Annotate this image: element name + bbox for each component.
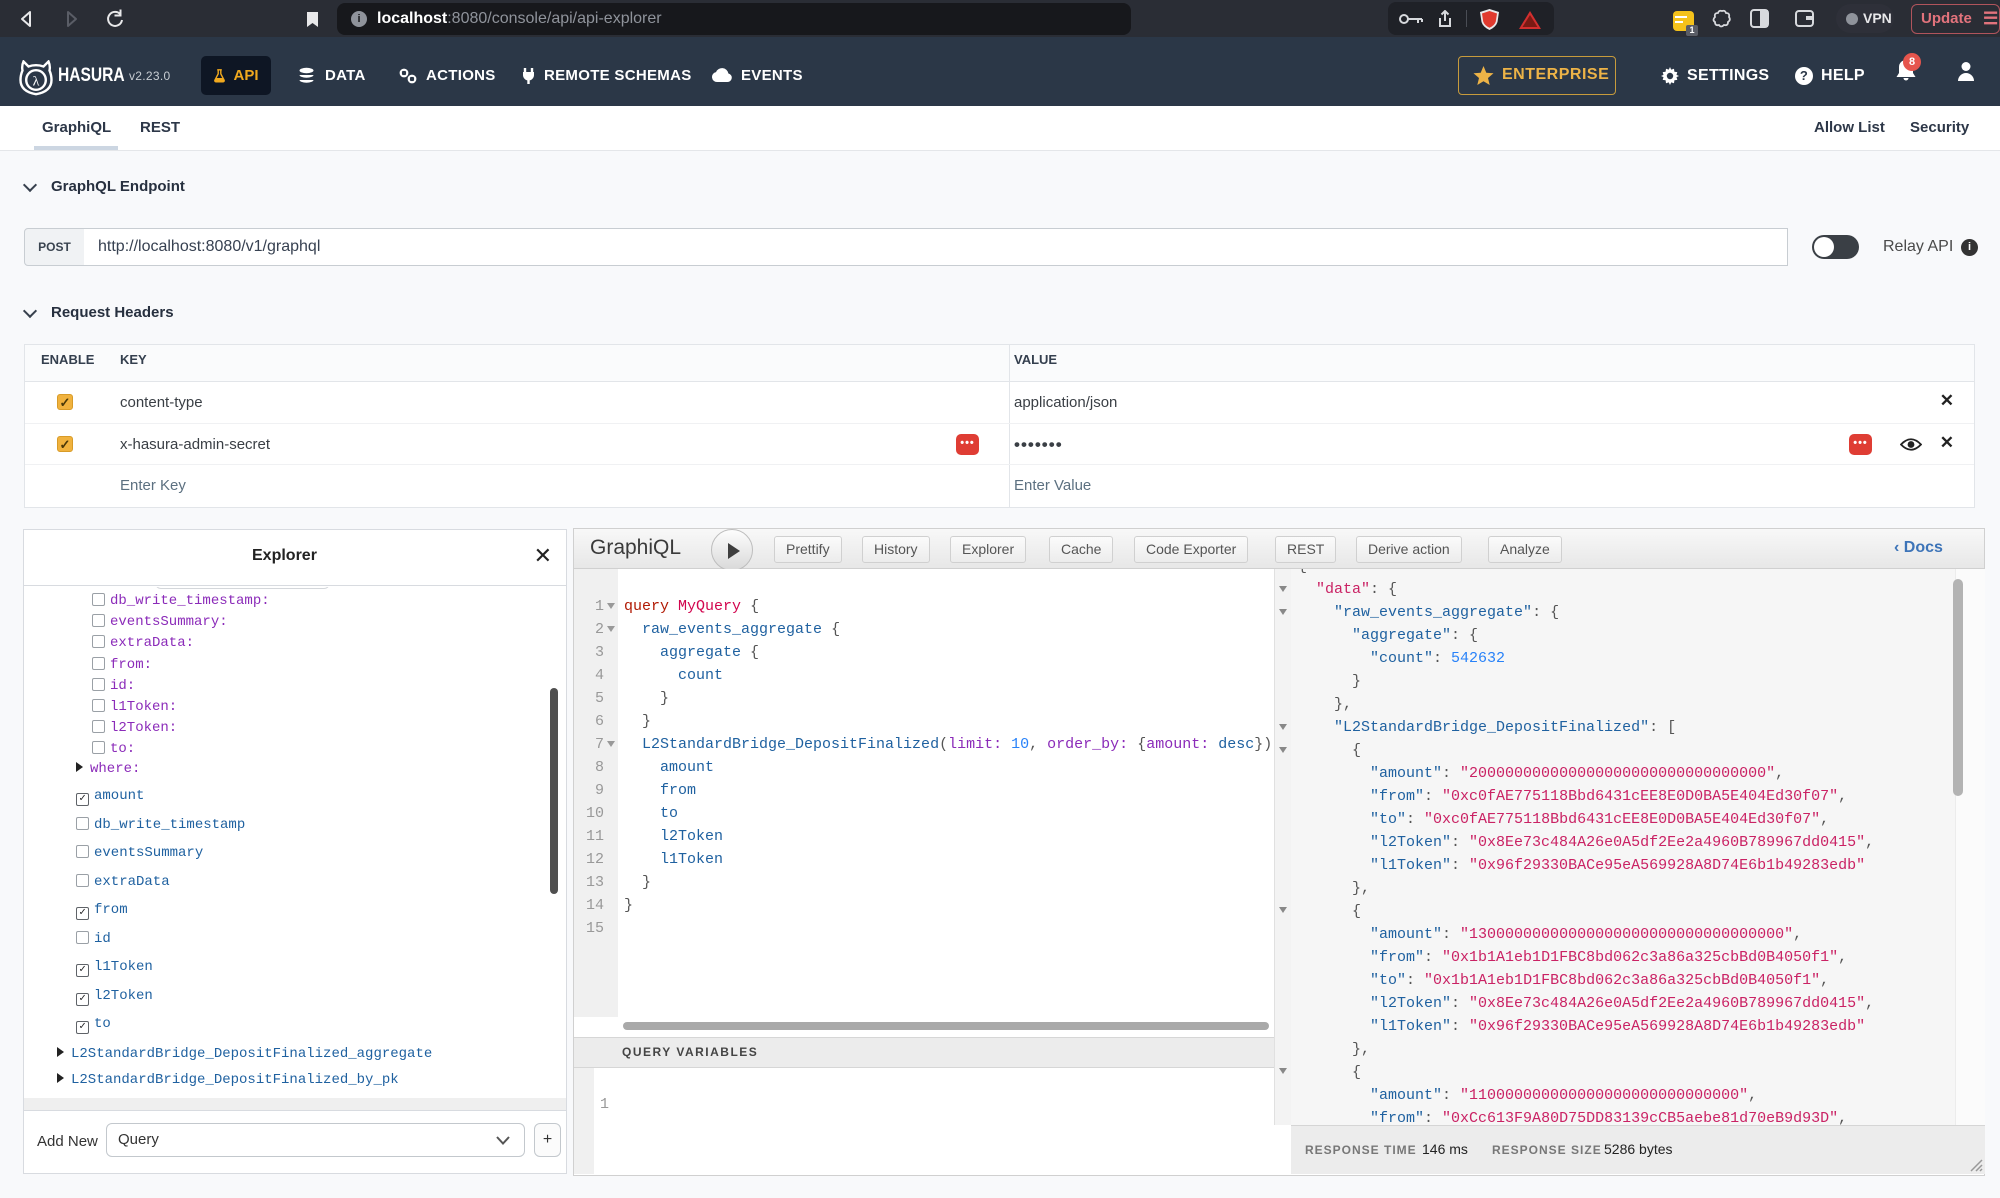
svg-text:λ: λ [33,75,40,90]
